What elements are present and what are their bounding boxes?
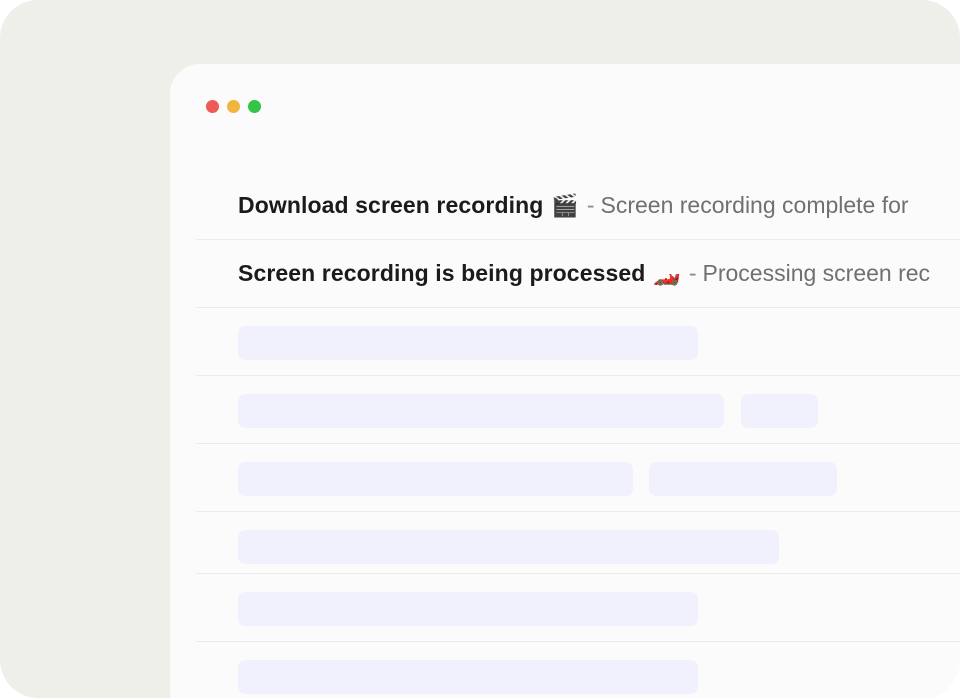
placeholder-row xyxy=(196,376,960,444)
message-preview: Screen recording complete for xyxy=(600,192,909,218)
placeholder-row xyxy=(196,308,960,376)
close-window-button[interactable] xyxy=(206,100,219,113)
placeholder-row xyxy=(196,574,960,642)
subject-separator: - xyxy=(586,192,595,218)
minimize-window-button[interactable] xyxy=(227,100,240,113)
placeholder-bar xyxy=(238,326,698,360)
placeholder-bar xyxy=(238,530,779,564)
app-window: Download screen recording 🎬 - Screen rec… xyxy=(170,64,960,698)
subject-separator: - xyxy=(688,260,697,286)
message-subject: Download screen recording xyxy=(238,192,544,218)
page-background: Download screen recording 🎬 - Screen rec… xyxy=(0,0,960,698)
placeholder-bar xyxy=(741,394,818,428)
placeholder-row xyxy=(196,512,960,574)
placeholder-bar xyxy=(238,592,698,626)
message-list: Download screen recording 🎬 - Screen rec… xyxy=(196,172,960,698)
message-preview: Processing screen rec xyxy=(702,260,931,286)
placeholder-bar xyxy=(238,462,633,496)
racing-car-icon: 🏎️ xyxy=(653,260,681,286)
window-controls xyxy=(206,100,261,113)
placeholder-bar xyxy=(649,462,837,496)
message-subject: Screen recording is being processed xyxy=(238,260,646,286)
placeholder-bar xyxy=(238,394,724,428)
placeholder-bar xyxy=(238,660,698,694)
message-row[interactable]: Download screen recording 🎬 - Screen rec… xyxy=(196,172,960,240)
placeholder-row xyxy=(196,444,960,512)
message-row[interactable]: Screen recording is being processed 🏎️ -… xyxy=(196,240,960,308)
placeholder-row xyxy=(196,642,960,698)
clapper-board-icon: 🎬 xyxy=(551,192,579,218)
maximize-window-button[interactable] xyxy=(248,100,261,113)
